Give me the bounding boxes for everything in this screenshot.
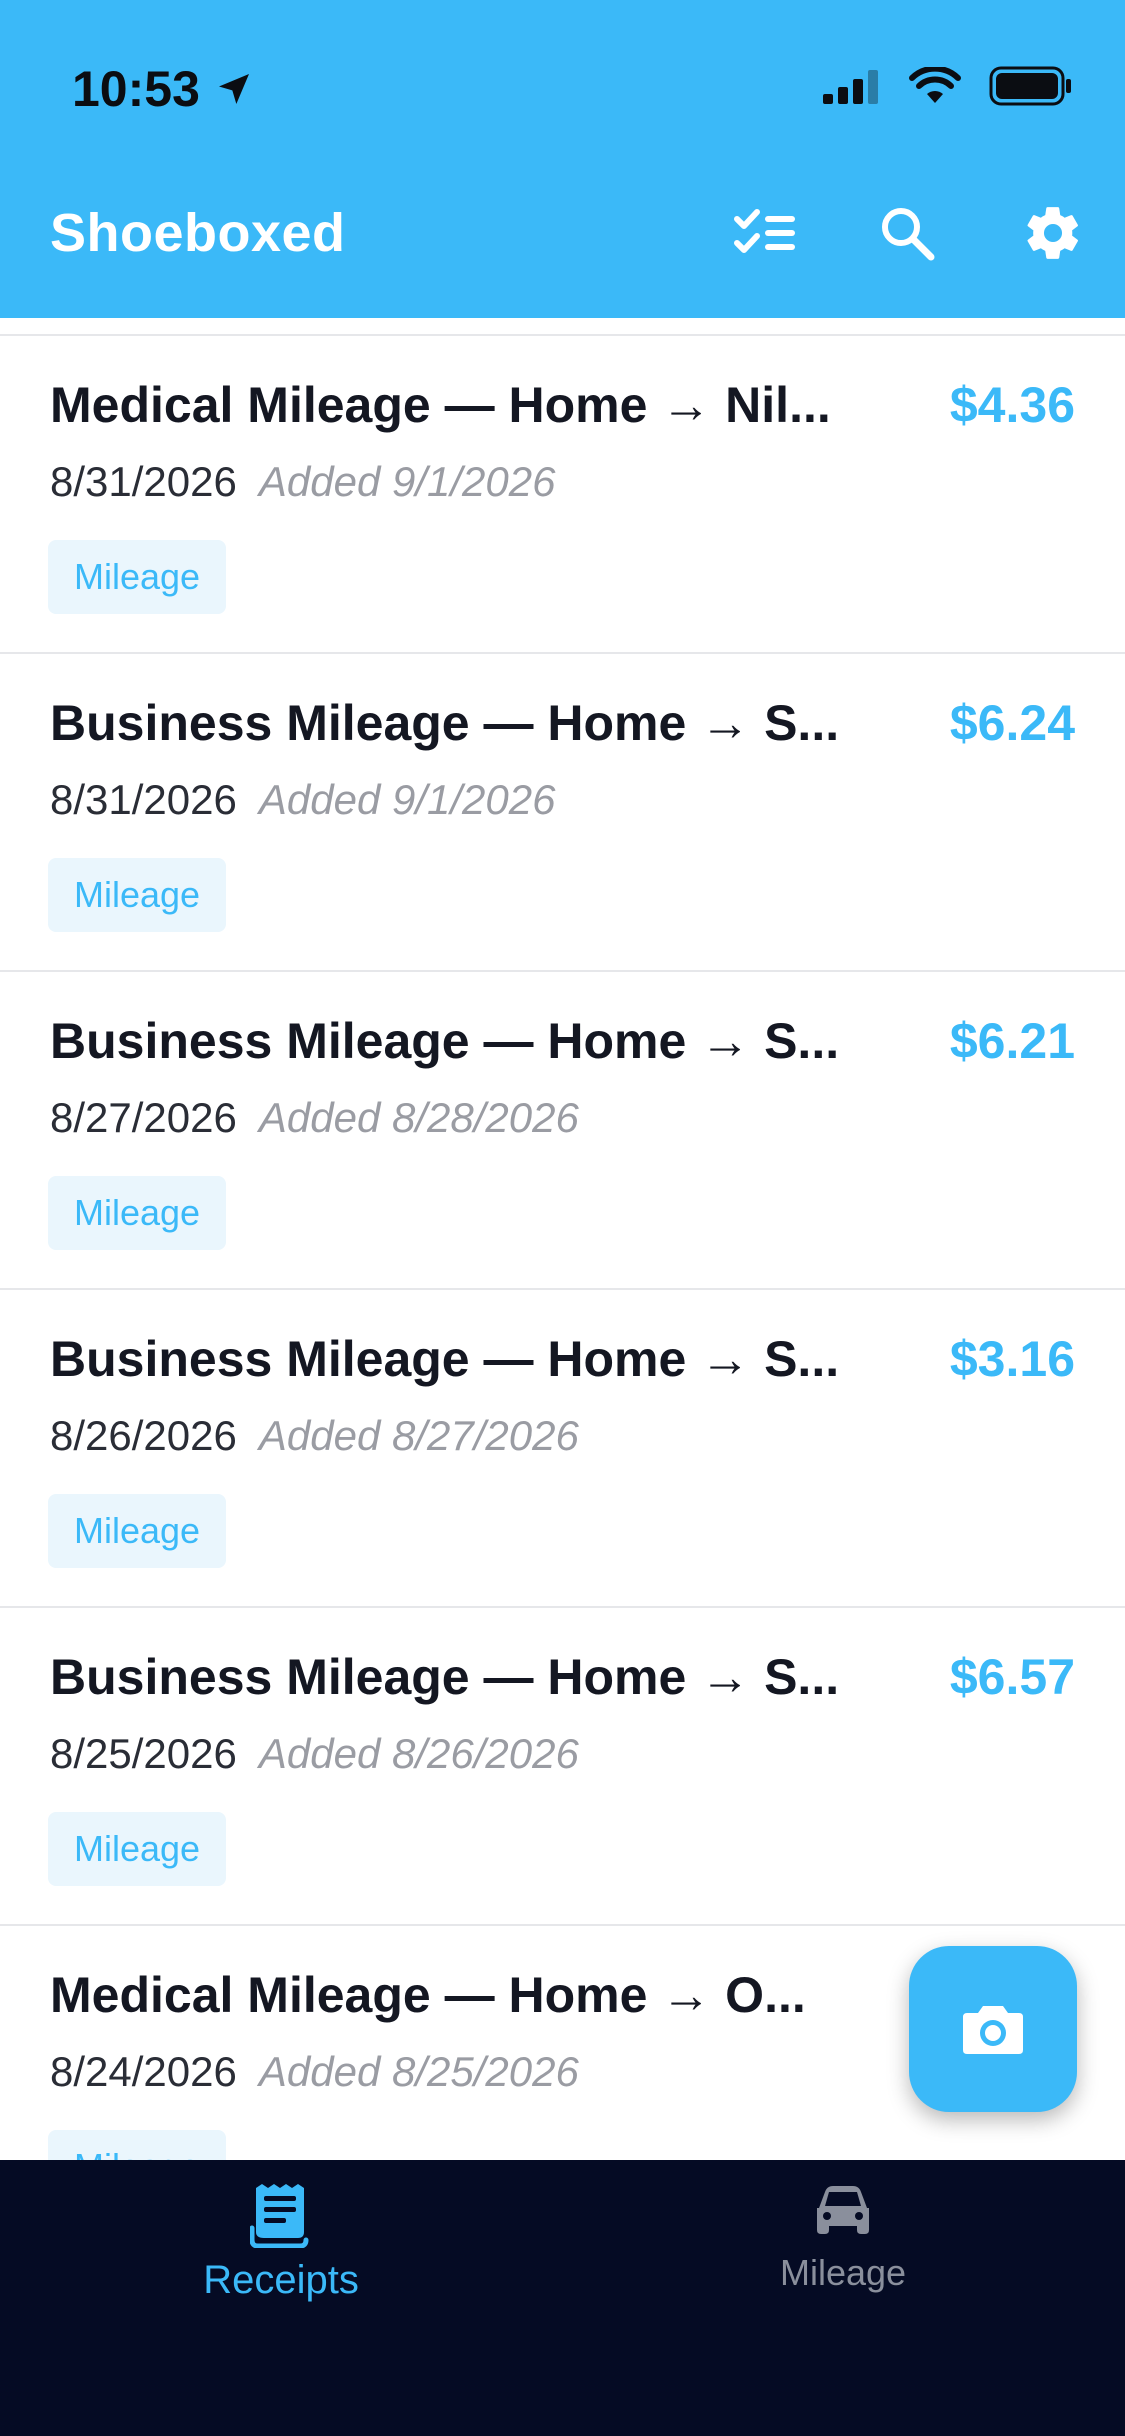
receipt-added-date: Added 8/27/2026 xyxy=(258,1412,579,1459)
tab-receipts[interactable]: Receipts xyxy=(0,2184,562,2303)
bottom-navigation: Receipts Mileage xyxy=(0,2160,1125,2436)
receipt-row[interactable]: Business Mileage — Home → S... $6.24 8/3… xyxy=(0,652,1125,970)
cellular-signal-icon xyxy=(823,70,878,104)
receipt-amount: $3.16 xyxy=(949,1331,1075,1387)
receipt-title: Business Mileage — Home → S... xyxy=(50,1331,840,1387)
receipt-row[interactable]: Business Mileage — Home → S... $3.16 8/2… xyxy=(0,1288,1125,1606)
category-tag: Mileage xyxy=(48,1812,227,1886)
top-app-bar: 10:53 Shoeboxed xyxy=(0,0,1125,318)
location-arrow-icon xyxy=(218,74,249,104)
receipt-date-line: 8/25/2026 Added 8/26/2026 xyxy=(50,1730,579,1778)
receipt-date-line: 8/27/2026 Added 8/28/2026 xyxy=(50,1094,579,1142)
receipt-amount: $6.24 xyxy=(949,695,1075,751)
category-tag: Mileage xyxy=(48,1494,227,1568)
receipt-added-date: Added 8/28/2026 xyxy=(258,1094,579,1141)
receipt-amount: $4.36 xyxy=(949,377,1075,433)
receipt-date: 8/31/2026 xyxy=(50,458,237,505)
receipt-added-date: Added 8/26/2026 xyxy=(258,1730,579,1777)
tab-mileage-label: Mileage xyxy=(779,2252,907,2293)
receipt-title: Business Mileage — Home → S... xyxy=(50,1649,840,1705)
receipt-date: 8/24/2026 xyxy=(50,2048,237,2095)
category-tag: Mileage xyxy=(48,858,227,932)
settings-button[interactable] xyxy=(1018,198,1088,268)
gear-icon xyxy=(1027,207,1078,259)
status-time: 10:53 xyxy=(72,60,254,118)
receipt-title: Business Mileage — Home → S... xyxy=(50,1013,840,1069)
car-icon xyxy=(817,2186,869,2234)
app-title: Shoeboxed xyxy=(50,203,346,263)
tab-receipts-label: Receipts xyxy=(203,2258,359,2302)
tab-mileage[interactable]: Mileage xyxy=(562,2184,1124,2294)
receipt-date-line: 8/31/2026 Added 9/1/2026 xyxy=(50,776,555,824)
camera-capture-button[interactable] xyxy=(909,1946,1077,2112)
select-mode-button[interactable] xyxy=(730,198,800,268)
battery-icon xyxy=(989,66,1071,106)
camera-icon xyxy=(963,2006,1023,2054)
receipt-title: Medical Mileage — Home → Nil... xyxy=(50,377,831,433)
search-button[interactable] xyxy=(872,198,942,268)
receipt-row[interactable]: Business Mileage — Home → S... $6.57 8/2… xyxy=(0,1606,1125,1924)
search-icon xyxy=(882,208,935,261)
receipt-row[interactable]: Business Mileage — Home → S... $6.21 8/2… xyxy=(0,970,1125,1288)
receipt-title: Business Mileage — Home → S... xyxy=(50,695,840,751)
category-tag: Mileage xyxy=(48,540,227,614)
receipt-row[interactable]: Medical Mileage — Home → Nil... $4.36 8/… xyxy=(0,334,1125,652)
checklist-icon xyxy=(734,209,795,253)
receipt-date: 8/26/2026 xyxy=(50,1412,237,1459)
receipt-added-date: Added 9/1/2026 xyxy=(258,776,556,823)
receipt-amount: $6.57 xyxy=(949,1649,1075,1705)
receipt-date: 8/25/2026 xyxy=(50,1730,237,1777)
category-tag: Mileage xyxy=(48,1176,227,1250)
receipt-added-date: Added 9/1/2026 xyxy=(258,458,556,505)
receipt-date-line: 8/26/2026 Added 8/27/2026 xyxy=(50,1412,579,1460)
receipt-added-date: Added 8/25/2026 xyxy=(258,2048,579,2095)
receipt-date: 8/27/2026 xyxy=(50,1094,237,1141)
receipt-title: Medical Mileage — Home → O... xyxy=(50,1967,806,2023)
receipt-icon xyxy=(250,2184,309,2248)
receipt-date-line: 8/24/2026 Added 8/25/2026 xyxy=(50,2048,579,2096)
category-tag: Mileage xyxy=(48,2130,227,2160)
receipt-list[interactable]: Medical Mileage — Home → Nil... $4.36 8/… xyxy=(0,318,1125,2160)
wifi-icon xyxy=(909,67,961,103)
status-indicators xyxy=(821,66,1073,106)
receipt-amount: $6.21 xyxy=(949,1013,1075,1069)
status-time-text: 10:53 xyxy=(72,61,200,117)
receipt-date-line: 8/31/2026 Added 9/1/2026 xyxy=(50,458,555,506)
receipt-date: 8/31/2026 xyxy=(50,776,237,823)
